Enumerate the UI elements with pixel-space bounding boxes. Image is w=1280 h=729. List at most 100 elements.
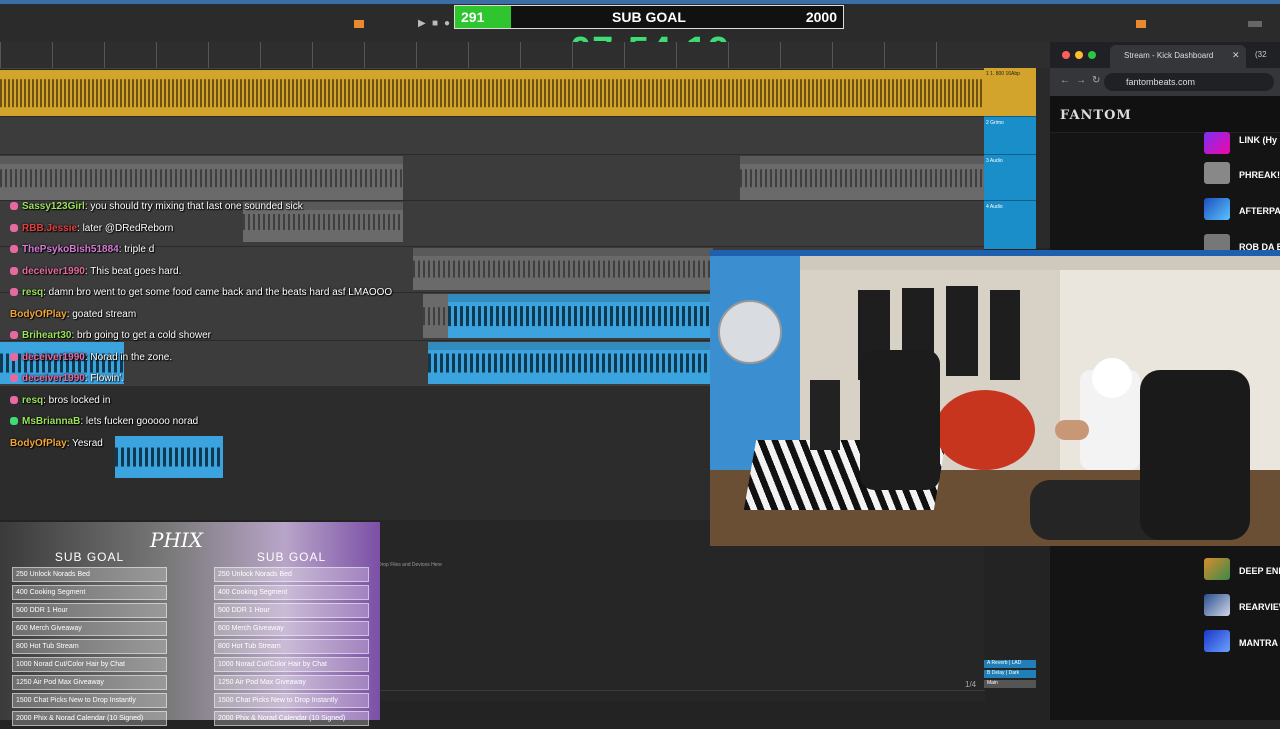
- chat-message: Briheart30: brb going to get a cold show…: [10, 329, 410, 342]
- sub-badge-icon: [10, 395, 18, 404]
- key-map-button[interactable]: [1136, 20, 1146, 28]
- chat-username[interactable]: BodyOfPlay: [10, 438, 67, 449]
- forward-icon[interactable]: →: [1076, 75, 1086, 86]
- waveform: [0, 79, 984, 107]
- sub-badge-icon: [10, 352, 18, 361]
- fantom-logo[interactable]: FANTOM: [1060, 108, 1132, 123]
- track-header-1[interactable]: 1 1. 800 16Abp: [984, 68, 1036, 116]
- browser-tab-2[interactable]: (32: [1255, 50, 1267, 59]
- waveform: [428, 353, 713, 373]
- clip-master-yellow[interactable]: [0, 70, 984, 116]
- track-title[interactable]: REARVIEW: [1239, 602, 1280, 612]
- chat-username[interactable]: Briheart30: [22, 330, 71, 341]
- sub-goal-item: 1250 Air Pod Max Giveaway: [214, 675, 369, 690]
- chat-text: : lets fucken gooooo norad: [80, 416, 199, 427]
- waveform: [413, 260, 713, 278]
- return-track-a[interactable]: A Reverb | LAD: [984, 660, 1036, 668]
- person-arm: [1055, 420, 1089, 440]
- site-header: FANTOM: [1050, 96, 1280, 133]
- chat-message: MsBriannaB: lets fucken gooooo norad: [10, 415, 410, 428]
- sub-goal-heading: SUB GOAL: [256, 550, 327, 564]
- chat-username[interactable]: resq: [22, 395, 43, 406]
- track-artwork[interactable]: [1204, 198, 1230, 220]
- chat-username[interactable]: deceiver1990: [22, 373, 85, 384]
- browser-tab-active[interactable]: Stream - Kick Dashboard ✕: [1110, 45, 1246, 68]
- maximize-window-icon[interactable]: [1088, 51, 1096, 59]
- track-artwork[interactable]: [1204, 132, 1230, 154]
- chat-text: : goated stream: [66, 308, 137, 320]
- chat-username[interactable]: MsBriannaB: [22, 416, 80, 427]
- tab-close-icon[interactable]: ✕: [1232, 50, 1240, 61]
- sub-goal-item: 2000 Phix & Norad Calendar (10 Signed): [214, 711, 369, 726]
- browser-toolbar: ← → ↻ fantombeats.com: [1050, 68, 1280, 96]
- track-header-3[interactable]: 3 Audio: [984, 154, 1036, 201]
- chat-username[interactable]: BodyOfPlay: [10, 309, 67, 320]
- sub-goal-item: 800 Hot Tub Stream: [214, 639, 369, 654]
- track-header-4[interactable]: 4 Audio: [984, 200, 1036, 249]
- chat-username[interactable]: Sassy123Girl: [22, 201, 85, 212]
- chat-username[interactable]: deceiver1990: [22, 352, 85, 363]
- track-title[interactable]: LINK (Hy: [1239, 135, 1277, 145]
- sub-goal-target: 2000: [805, 9, 837, 25]
- cpu-meter: [1248, 21, 1262, 27]
- back-icon[interactable]: ←: [1060, 75, 1070, 86]
- clip-audio-3b[interactable]: [740, 156, 984, 200]
- track-artwork[interactable]: [1204, 594, 1230, 616]
- chat-text: : bros locked in: [43, 394, 111, 406]
- return-track-b[interactable]: B Delay | Dark: [984, 670, 1036, 678]
- main-track[interactable]: Main: [984, 680, 1036, 688]
- play-icon[interactable]: ▶: [418, 18, 426, 29]
- chat-text: : later @DRedReborn: [77, 222, 174, 234]
- track-artwork[interactable]: [1204, 630, 1230, 652]
- stop-icon[interactable]: ■: [432, 18, 438, 29]
- waveform: [423, 307, 448, 325]
- sub-goal-item: 1500 Chat Picks New to Drop Instantly: [12, 693, 167, 708]
- track-title[interactable]: DEEP END: [1239, 566, 1280, 576]
- chat-username[interactable]: resq: [22, 287, 43, 298]
- chat-message: deceiver1990: Norad in the zone.: [10, 351, 410, 364]
- arrangement-ruler[interactable]: [0, 42, 1050, 69]
- clip-audio-6b[interactable]: [448, 294, 713, 338]
- chat-username[interactable]: ThePsykoBish51884: [22, 244, 119, 255]
- clip-header: [413, 248, 713, 256]
- record-icon[interactable]: ●: [444, 18, 450, 29]
- clip-audio-5[interactable]: [413, 248, 713, 290]
- clip-audio-6a[interactable]: [423, 294, 448, 338]
- chat-message: resq: damn bro went to get some food cam…: [10, 286, 410, 299]
- track-title[interactable]: MANTRA: [1239, 638, 1278, 648]
- chat-username[interactable]: RBB.Jessie: [22, 223, 77, 234]
- sub-goal-panel: PHIX SUB GOAL 250 Unlock Norads Bed 400 …: [0, 522, 380, 726]
- track-io-column[interactable]: [1036, 68, 1050, 248]
- follow-button[interactable]: [354, 20, 364, 28]
- waveform: [448, 306, 713, 326]
- tab-title: Stream - Kick Dashboard: [1124, 51, 1214, 60]
- clip-header: [448, 294, 713, 302]
- track-header-label: 3 Audio: [986, 158, 1003, 164]
- ruler-ticks: [0, 42, 985, 68]
- track-header-2[interactable]: 2 Grimo: [984, 116, 1036, 155]
- track-title[interactable]: PHREAK!: [1239, 170, 1280, 180]
- chat-text: : Flowin'.: [84, 373, 124, 384]
- chat-message: ThePsykoBish51884: triple d: [10, 243, 410, 256]
- reload-icon[interactable]: ↻: [1092, 75, 1100, 86]
- chat-text: : brb going to get a cold shower: [71, 330, 211, 341]
- chat-username[interactable]: deceiver1990: [22, 266, 85, 277]
- track-artwork[interactable]: [1204, 162, 1230, 184]
- track-lane-2[interactable]: [0, 116, 984, 155]
- chat-message: resq: bros locked in: [10, 394, 410, 407]
- chat-message: BodyOfPlay: goated stream: [10, 308, 410, 321]
- track-title[interactable]: AFTERPA: [1239, 206, 1280, 216]
- sub-goal-current: 291: [461, 9, 485, 25]
- webcam-feed: [710, 250, 1280, 546]
- clip-audio-7[interactable]: [428, 342, 713, 384]
- address-bar[interactable]: fantombeats.com: [1104, 73, 1274, 91]
- clip-audio-3a[interactable]: [0, 156, 403, 200]
- drop-zone-text: Drop Files and Devices Here: [378, 562, 442, 568]
- sub-goal-item: 600 Merch Giveaway: [12, 621, 167, 636]
- sub-goal-list-right: SUB GOAL 250 Unlock Norads Bed 400 Cooki…: [214, 550, 369, 729]
- track-artwork[interactable]: [1204, 558, 1230, 580]
- bottom-ruler[interactable]: [380, 690, 985, 701]
- close-window-icon[interactable]: [1062, 51, 1070, 59]
- minimize-window-icon[interactable]: [1075, 51, 1083, 59]
- sub-goal-title: SUB GOAL: [612, 9, 686, 25]
